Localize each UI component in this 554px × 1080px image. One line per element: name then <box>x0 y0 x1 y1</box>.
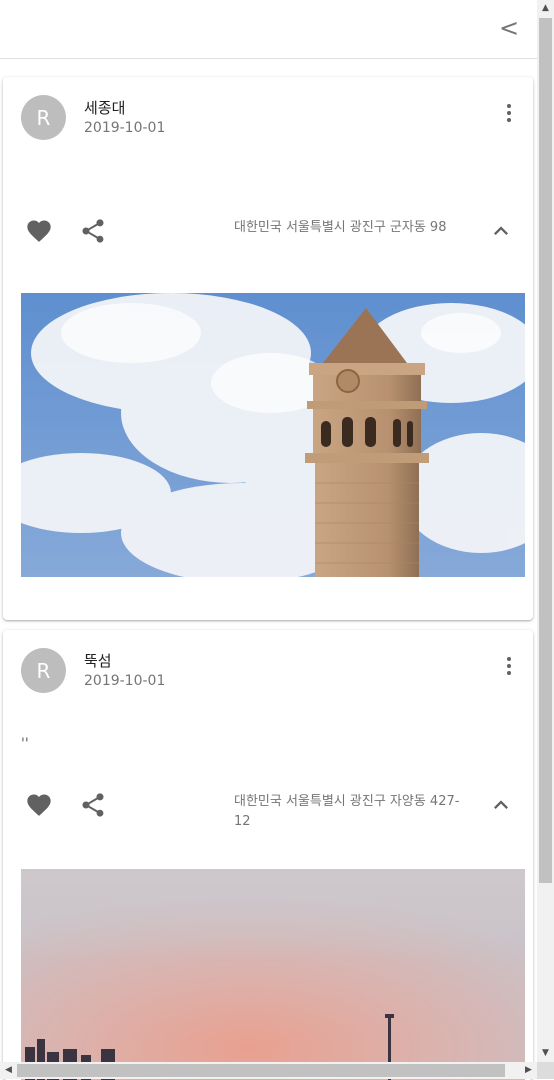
avatar: R <box>21 648 66 693</box>
scroll-up-arrow-icon[interactable]: ▲ <box>537 0 554 17</box>
scroll-left-arrow-icon[interactable]: ◀ <box>0 1062 17 1079</box>
post-title: 뚝섬 <box>84 652 112 670</box>
vertical-scroll-thumb[interactable] <box>539 18 552 883</box>
post-location: 대한민국 서울특별시 광진구 군자동 98 <box>234 220 447 235</box>
chevron-up-icon[interactable] <box>487 217 515 245</box>
vertical-scrollbar[interactable]: ▲ ▼ <box>537 0 554 1062</box>
post-photo-clock-tower <box>21 293 525 577</box>
share-icon[interactable] <box>79 217 107 245</box>
post-card: R 세종대 2019-10-01 대한민국 서울특별시 광진구 군자동 98 <box>3 77 533 620</box>
back-button[interactable]: < <box>497 14 521 42</box>
share-icon[interactable] <box>79 791 107 819</box>
more-vert-icon[interactable] <box>497 101 521 125</box>
chevron-up-icon[interactable] <box>487 791 515 819</box>
post-title: 세종대 <box>84 99 126 117</box>
avatar: R <box>21 95 66 140</box>
post-card: R 뚝섬 2019-10-01 '' 대한민국 서울특별시 광진구 자양동 42… <box>3 630 533 1080</box>
post-photo-sunset-sky <box>21 869 525 1080</box>
post-location: 대한민국 서울특별시 광진구 자양동 427-12 <box>234 794 460 829</box>
heart-icon[interactable] <box>25 217 53 245</box>
post-body: '' <box>21 736 29 752</box>
post-date: 2019-10-01 <box>84 120 166 136</box>
more-vert-icon[interactable] <box>497 654 521 678</box>
scroll-down-arrow-icon[interactable]: ▼ <box>537 1045 554 1062</box>
scroll-right-arrow-icon[interactable]: ▶ <box>520 1062 537 1079</box>
horizontal-scroll-thumb[interactable] <box>17 1064 505 1077</box>
scrollbar-corner <box>537 1062 554 1079</box>
heart-icon[interactable] <box>25 791 53 819</box>
app-bar: < <box>0 0 537 59</box>
post-date: 2019-10-01 <box>84 673 166 689</box>
horizontal-scrollbar[interactable]: ◀ ▶ <box>0 1062 537 1079</box>
